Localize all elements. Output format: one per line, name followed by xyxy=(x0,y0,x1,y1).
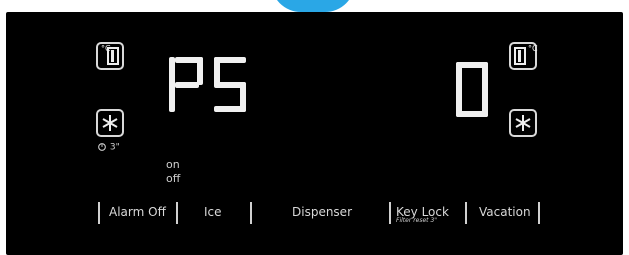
menu-separator xyxy=(389,202,391,224)
key-lock-button[interactable]: Key Lock Filter reset 3" xyxy=(396,205,449,224)
menu-separator xyxy=(176,202,178,224)
right-value-display: 0 xyxy=(456,62,496,122)
ice-button[interactable]: Ice xyxy=(204,205,222,219)
dispenser-button[interactable]: Dispenser xyxy=(292,205,352,219)
right-degree-label: °C xyxy=(528,44,538,53)
menu-separator xyxy=(98,202,100,224)
snowflake-icon xyxy=(102,115,118,131)
left-code-display: P5 xyxy=(169,57,249,117)
menu-separator xyxy=(538,202,540,224)
menu-separator xyxy=(250,202,252,224)
snowflake-icon xyxy=(515,115,531,131)
menu-separator xyxy=(465,202,467,224)
timer-small-icon: 3" xyxy=(97,142,120,153)
filter-reset-label: Filter reset 3" xyxy=(396,217,438,224)
control-panel: °C 3" on off °C Alarm Off Ice Dispenser … xyxy=(6,12,623,255)
freezer-left-icon[interactable] xyxy=(96,109,124,137)
timer-icon xyxy=(98,143,106,151)
vacation-button[interactable]: Vacation xyxy=(479,205,531,219)
alarm-off-button[interactable]: Alarm Off xyxy=(109,205,166,219)
timer-small-label: 3" xyxy=(109,142,120,153)
top-accent xyxy=(271,0,355,12)
off-label: off xyxy=(166,172,181,185)
fridge-icon xyxy=(107,47,119,65)
bottom-menu: Alarm Off Ice Dispenser Key Lock Filter … xyxy=(6,202,623,232)
fridge-left-icon[interactable]: °C xyxy=(96,42,124,70)
fridge-right-icon[interactable]: °C xyxy=(509,42,538,70)
on-label: on xyxy=(166,158,180,171)
freezer-right-icon[interactable] xyxy=(509,109,537,137)
